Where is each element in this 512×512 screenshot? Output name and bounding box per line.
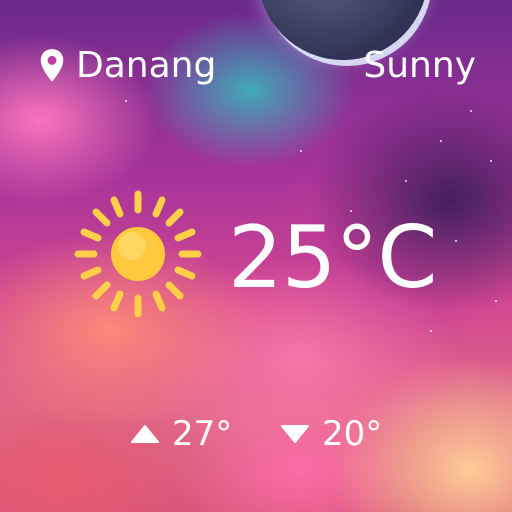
high-temperature: 27°: [130, 414, 232, 454]
arrow-up-triangle-icon: [131, 425, 159, 443]
location-city: Danang: [76, 45, 217, 86]
weather-condition: Sunny: [363, 45, 476, 86]
sun-icon: [74, 190, 202, 318]
high-temperature-value: 27°: [172, 414, 233, 454]
low-temperature: 20°: [280, 414, 382, 454]
location-pin-icon: [40, 49, 64, 82]
low-temperature-value: 20°: [322, 414, 383, 454]
weather-widget: Danang Sunny 25°C 27° 20°: [0, 0, 512, 512]
arrow-down-triangle-icon: [281, 425, 309, 443]
location[interactable]: Danang: [38, 46, 216, 86]
current-temperature: 25°C: [228, 208, 437, 308]
